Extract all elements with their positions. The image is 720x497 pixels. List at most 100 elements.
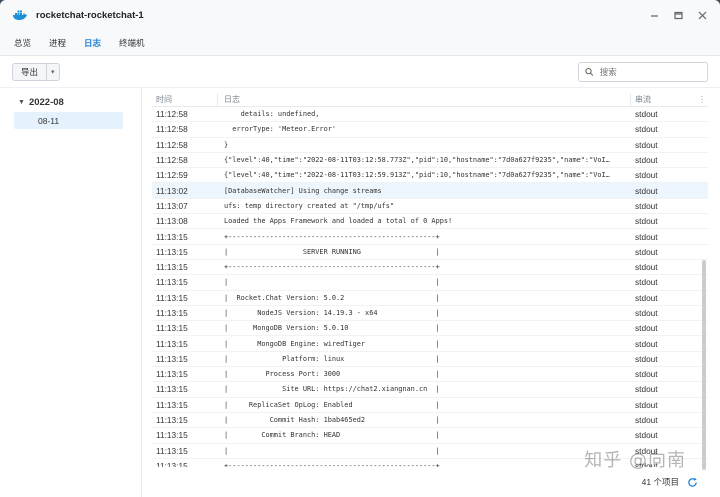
table-row[interactable]: 11:13:15 | Site URL: https://chat2.xiangn…	[152, 382, 708, 398]
cell-time: 11:13:15	[156, 277, 188, 288]
table-row[interactable]: 11:12:58 errorType: 'Meteor.Error' stdout	[152, 122, 708, 138]
cell-log: Loaded the Apps Framework and loaded a t…	[224, 217, 453, 226]
tab-processes[interactable]: 进程	[47, 33, 68, 53]
table-row[interactable]: 11:13:15 | NodeJS Version: 14.19.3 - x64 …	[152, 306, 708, 322]
year-group[interactable]: ▼ 2022-08	[0, 94, 141, 110]
tab-bar: 总览 进程 日志 终端机	[0, 30, 720, 56]
cell-time: 11:12:58	[156, 124, 188, 135]
date-sidebar: ▼ 2022-08 08-11	[0, 88, 142, 497]
cell-log: | Site URL: https://chat2.xiangnan.cn |	[224, 385, 440, 394]
cell-log: [DatabaseWatcher] Using change streams	[224, 186, 382, 195]
header-log[interactable]: 日志	[218, 93, 631, 106]
table-row[interactable]: 11:13:07 ufs: temp directory created at "…	[152, 199, 708, 215]
search-input[interactable]	[599, 66, 701, 77]
table-row[interactable]: 11:13:08 Loaded the Apps Framework and lo…	[152, 214, 708, 230]
cell-time: 11:13:07	[156, 200, 188, 211]
cell-log: | MongoDB Version: 5.0.10 |	[224, 324, 440, 333]
table-row[interactable]: 11:13:15 | ReplicaSet OpLog: Enabled | std…	[152, 398, 708, 413]
column-menu-icon[interactable]: ⋮	[698, 95, 708, 104]
cell-log: | Commit Hash: 1bab465ed2 |	[224, 416, 440, 425]
table-row[interactable]: 11:13:15 | MongoDB Version: 5.0.10 | stdou…	[152, 321, 708, 337]
cell-log: | |	[224, 278, 440, 287]
cell-log: errorType: 'Meteor.Error'	[224, 125, 337, 134]
header-stream-label: 串流	[635, 95, 651, 104]
content-area: ▼ 2022-08 08-11 时间 日志 串流 ⋮ 11:12:58 deta…	[0, 88, 720, 497]
cell-time: 11:13:15	[156, 384, 188, 395]
table-row[interactable]: 11:13:15 | | stdout	[152, 275, 708, 291]
refresh-icon[interactable]	[687, 477, 698, 488]
cell-log: | ReplicaSet OpLog: Enabled |	[224, 400, 440, 409]
cell-log: +---------------------------------------…	[224, 232, 440, 241]
header-stream[interactable]: 串流 ⋮	[631, 93, 708, 106]
cell-time: 11:12:58	[156, 139, 188, 150]
header-time[interactable]: 时间	[152, 93, 218, 106]
cell-time: 11:12:58	[156, 109, 188, 120]
cell-stream: stdout	[635, 170, 658, 181]
cell-time: 11:13:15	[156, 292, 188, 303]
table-row[interactable]: 11:12:58 details: undefined, stdout	[152, 107, 708, 123]
table-row[interactable]: 11:13:15 | Platform: linux | stdout	[152, 352, 708, 368]
minimize-icon[interactable]	[648, 9, 660, 21]
maximize-icon[interactable]	[672, 9, 684, 21]
item-count: 41 个项目	[641, 477, 679, 487]
cell-time: 11:13:15	[156, 445, 188, 456]
table-row[interactable]: 11:12:59 {"level":40,"time":"2022-08-11T0…	[152, 168, 708, 184]
table-row[interactable]: 11:13:15 | MongoDB Engine: wiredTiger | st…	[152, 336, 708, 352]
toolbar: 导出 ▾	[0, 56, 720, 88]
cell-stream: stdout	[635, 200, 658, 211]
log-panel: 时间 日志 串流 ⋮ 11:12:58 details: undefined, s…	[142, 88, 720, 497]
cell-time: 11:13:15	[156, 246, 188, 257]
scrollbar[interactable]	[702, 260, 706, 470]
cell-time: 11:13:08	[156, 216, 188, 227]
docker-whale-icon	[13, 10, 27, 20]
cell-log: | Commit Branch: HEAD |	[224, 431, 440, 440]
cell-stream: stdout	[635, 323, 658, 334]
cell-log: +---------------------------------------…	[224, 461, 440, 467]
export-label: 导出	[21, 66, 39, 77]
table-row[interactable]: 11:13:15 | Process Port: 3000 | stdout	[152, 367, 708, 383]
tab-overview[interactable]: 总览	[12, 33, 33, 53]
table-row[interactable]: 11:13:15 | Commit Branch: HEAD | stdout	[152, 428, 708, 444]
cell-log: details: undefined,	[224, 110, 320, 119]
cell-log: +---------------------------------------…	[224, 263, 440, 272]
table-row[interactable]: 11:12:58} stdout	[152, 138, 708, 153]
tab-terminal[interactable]: 终端机	[117, 33, 147, 53]
date-item-selected[interactable]: 08-11	[14, 112, 123, 129]
cell-time: 11:12:59	[156, 170, 188, 181]
search-icon	[585, 67, 594, 76]
caret-down-icon[interactable]: ▼	[18, 99, 25, 106]
cell-time: 11:13:15	[156, 399, 188, 410]
export-button[interactable]: 导出 ▾	[12, 62, 60, 81]
table-row[interactable]: 11:13:15 | Commit Hash: 1bab465ed2 | stdou…	[152, 413, 708, 429]
table-row[interactable]: 11:13:02 [DatabaseWatcher] Using change s…	[152, 183, 708, 199]
cell-stream: stdout	[635, 262, 658, 273]
cell-time: 11:13:15	[156, 430, 188, 441]
table-row[interactable]: 11:13:15 | Rocket.Chat Version: 5.0.2 | st…	[152, 291, 708, 306]
cell-time: 11:13:15	[156, 308, 188, 318]
table-row[interactable]: 11:12:58 {"level":40,"time":"2022-08-11T0…	[152, 153, 708, 169]
cell-stream: stdout	[635, 430, 658, 441]
cell-time: 11:12:58	[156, 155, 188, 166]
cell-stream: stdout	[635, 155, 658, 166]
cell-stream: stdout	[635, 246, 658, 257]
cell-log: | NodeJS Version: 14.19.3 - x64 |	[224, 309, 440, 317]
year-label: 2022-08	[28, 96, 64, 108]
cell-stream: stdout	[635, 109, 658, 120]
cell-stream: stdout	[635, 369, 658, 380]
cell-time: 11:13:15	[156, 460, 188, 467]
cell-stream: stdout	[635, 415, 658, 426]
cell-time: 11:13:15	[156, 415, 188, 426]
table-row[interactable]: 11:13:15 | SERVER RUNNING | stdout	[152, 245, 708, 260]
chevron-down-icon[interactable]: ▾	[46, 63, 59, 80]
cell-stream: stdout	[635, 139, 658, 150]
table-row[interactable]: 11:13:15 +-------------------------------…	[152, 229, 708, 245]
cell-time: 11:13:15	[156, 353, 188, 364]
tab-logs[interactable]: 日志	[82, 33, 103, 53]
close-icon[interactable]	[696, 9, 708, 21]
cell-stream: stdout	[635, 384, 658, 395]
log-rows: 11:12:58 details: undefined, stdout 11:12:…	[152, 107, 708, 467]
cell-log: {"level":40,"time":"2022-08-11T03:12:58.…	[224, 156, 610, 165]
search-box[interactable]	[578, 61, 708, 82]
table-row[interactable]: 11:13:15 +-------------------------------…	[152, 260, 708, 276]
cell-log: | Process Port: 3000 |	[224, 370, 440, 379]
